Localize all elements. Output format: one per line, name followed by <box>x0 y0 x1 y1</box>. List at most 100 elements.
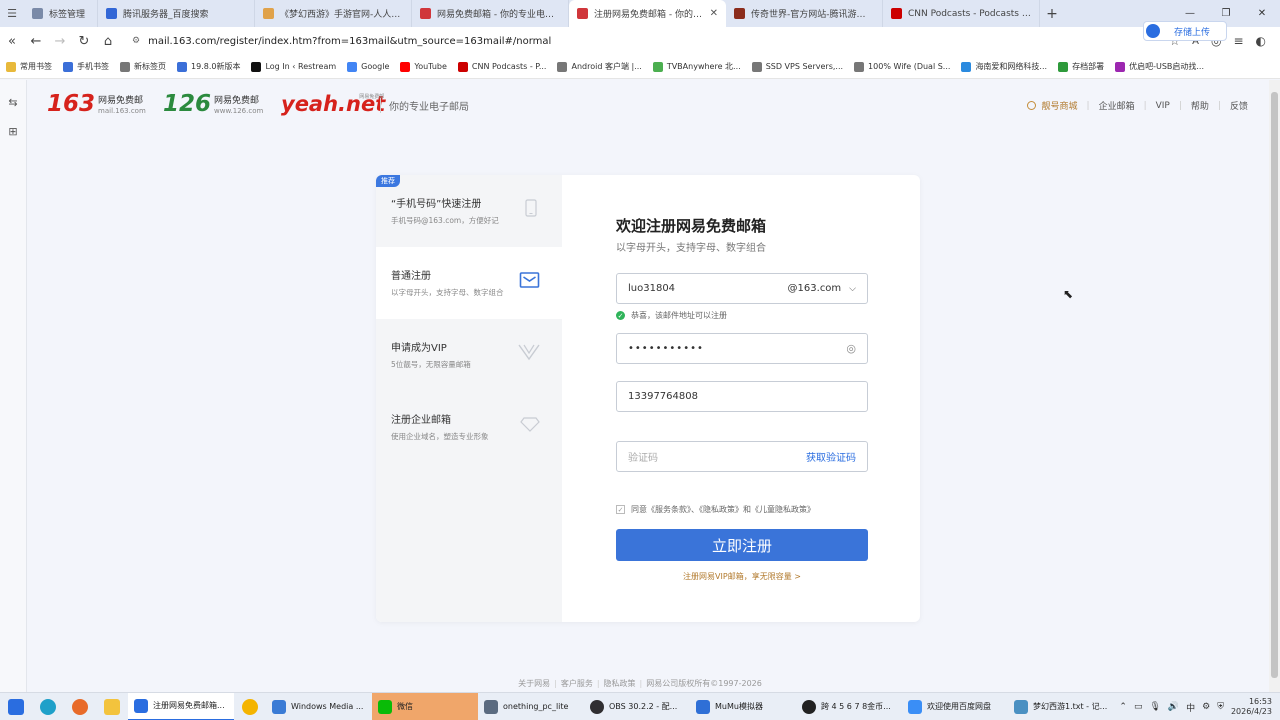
site-info-icon[interactable]: ⚙ <box>132 36 140 46</box>
logo-126[interactable]: 126 网易免费邮 www.126.com <box>163 92 263 116</box>
sidebar-item-phone-register[interactable]: “手机号码”快速注册 手机号码@163.com，方便好记 <box>376 175 562 247</box>
sidebar-item-vip[interactable]: 申请成为VIP 5位靓号，无限容量邮箱 <box>376 319 562 391</box>
bookmark-item[interactable]: Android 客户端 |... <box>557 61 642 72</box>
form-subtitle: 以字母开头，支持字母、数字组合 <box>616 243 766 254</box>
tab-5[interactable]: 传奇世界-官方网站-腾讯游戏-经典 <box>726 0 883 27</box>
site-favicon <box>1115 61 1126 72</box>
taskbar-app-notepad[interactable]: 梦幻西游1.txt - 记... <box>1008 693 1114 720</box>
chevron-down-icon[interactable]: ⌵ <box>849 284 856 294</box>
footer-about[interactable]: 关于网易 <box>518 679 550 688</box>
link-help[interactable]: 帮助 <box>1191 99 1209 112</box>
taskbar: 注册网易免费邮箱... Windows Media ... 微信 onethin… <box>0 692 1280 720</box>
tab-2[interactable]: 《梦幻西游》手游官网-人人都玩 <box>255 0 412 27</box>
start-button[interactable] <box>0 693 32 720</box>
scrollbar[interactable] <box>1269 80 1280 692</box>
link-lianghao[interactable]: 靓号商城 <box>1042 99 1078 112</box>
bookmark-item[interactable]: YouTube <box>400 61 447 72</box>
bookmark-item[interactable]: 新标签页 <box>120 61 166 72</box>
email-username-field[interactable]: luo31804 @163.com ⌵ <box>616 273 868 304</box>
taskbar-app-chrome[interactable] <box>234 693 266 720</box>
footer-privacy[interactable]: 隐私政策 <box>604 679 636 688</box>
mic-icon[interactable]: 🎙 <box>1149 702 1160 712</box>
bookmark-item[interactable]: SSD VPS Servers,... <box>751 61 843 72</box>
agreement-row[interactable]: ✓ 同意《服务条款》、《隐私政策》和《儿童隐私政策》 <box>616 504 815 515</box>
taskbar-app-onething[interactable]: onething_pc_lite <box>478 693 584 720</box>
new-tab-button[interactable]: + <box>1040 6 1064 22</box>
link-feedback[interactable]: 反馈 <box>1230 99 1248 112</box>
username-ok-message: ✓ 恭喜，该邮件地址可以注册 <box>616 311 727 320</box>
tab-6[interactable]: CNN Podcasts - Podcasts and Ne <box>883 0 1040 27</box>
profile-icon[interactable]: ◐ <box>1256 34 1266 48</box>
scrollbar-thumb[interactable] <box>1271 92 1278 678</box>
swap-icon[interactable]: ⇆ <box>0 96 26 109</box>
tab-0[interactable]: 标签管理 <box>24 0 98 27</box>
close-window-icon[interactable]: ✕ <box>1244 8 1280 19</box>
sidebar-item-enterprise[interactable]: 注册企业邮箱 使用企业域名，塑造专业形象 <box>376 391 562 463</box>
logo-163[interactable]: 163 网易免费邮 mail.163.com <box>47 92 146 116</box>
taskbar-app-mumu[interactable]: MuMu模拟器 <box>690 693 796 720</box>
domain-select[interactable]: @163.com <box>788 283 842 294</box>
register-submit-button[interactable]: 立即注册 <box>616 529 868 561</box>
add-panel-icon[interactable]: ⊞ <box>0 125 26 138</box>
search-taskbar-button[interactable] <box>64 693 96 720</box>
bookmark-item[interactable]: 存档部署 <box>1058 61 1104 72</box>
shield-icon[interactable]: ⛨ <box>1217 702 1224 712</box>
reload-icon[interactable]: ↻ <box>72 34 96 49</box>
home-icon[interactable]: ⌂ <box>96 34 120 49</box>
phone-field[interactable]: 13397764808 <box>616 381 868 412</box>
captcha-field[interactable]: 验证码 获取验证码 <box>616 441 868 472</box>
link-enterprise[interactable]: 企业邮箱 <box>1099 99 1135 112</box>
tab-3[interactable]: 网易免费邮箱 - 你的专业电子邮局 <box>412 0 569 27</box>
back-icon[interactable]: ← <box>24 34 48 49</box>
taskbar-app-game[interactable]: 跨 4 5 6 7 8金币... <box>796 693 902 720</box>
taskbar-app-wechat[interactable]: 微信 <box>372 692 478 720</box>
network-icon[interactable]: ▭ <box>1134 702 1143 712</box>
bookmark-item[interactable]: 海南爱和网络科技... <box>961 61 1047 72</box>
bookmark-item[interactable]: 100% Wife (Dual S... <box>854 61 950 72</box>
restore-icon[interactable]: ❐ <box>1208 8 1244 19</box>
url-field[interactable]: ⚙ mail.163.com/register/index.htm?from=16… <box>126 30 1163 52</box>
get-code-button[interactable]: 获取验证码 <box>806 449 856 464</box>
taskbar-app-baidupan[interactable]: 欢迎使用百度网盘 <box>902 693 1008 720</box>
volume-icon[interactable]: 🔊 <box>1168 702 1179 712</box>
taskbar-app-media[interactable]: Windows Media ... <box>266 693 372 720</box>
bookmark-item[interactable]: CNN Podcasts - P... <box>457 61 546 72</box>
sidebar-item-normal-register[interactable]: 普通注册 以字母开头，支持字母、数字组合 <box>376 247 562 319</box>
clock[interactable]: 16:53 2026/4/23 <box>1231 697 1272 717</box>
bookmark-item[interactable]: 19.8.0新版本 <box>177 61 240 72</box>
menu-icon[interactable]: ≡ <box>1233 34 1243 48</box>
footer-service[interactable]: 客户服务 <box>561 679 593 688</box>
settings-icon[interactable]: ⚙ <box>1202 702 1210 712</box>
bookmarks-bar: 常用书签 手机书签 新标签页 19.8.0新版本 Log In ‹ Restre… <box>0 55 1280 79</box>
agree-checkbox[interactable]: ✓ <box>616 505 625 514</box>
ime-indicator[interactable]: 中 <box>1186 701 1195 714</box>
close-tab-icon[interactable]: ✕ <box>710 8 718 19</box>
bookmark-item[interactable]: 手机书签 <box>63 61 109 72</box>
link-vip[interactable]: VIP <box>1156 101 1170 111</box>
tab-favicon <box>734 8 745 19</box>
taskbar-app-obs[interactable]: OBS 30.2.2 - 配... <box>584 693 690 720</box>
obs-icon <box>590 699 604 714</box>
collapse-sidebar-icon[interactable]: « <box>0 34 24 49</box>
edge-taskbar-button[interactable] <box>32 693 64 720</box>
tab-4-active[interactable]: 注册网易免费邮箱 - 你的专业电✕ <box>569 0 726 27</box>
forward-icon[interactable]: → <box>48 34 72 49</box>
bookmark-item[interactable]: TVBAnywhere 北... <box>652 61 741 72</box>
bookmark-item[interactable]: Google <box>347 61 389 72</box>
tab-1[interactable]: 腾讯服务器_百度搜索 <box>98 0 255 27</box>
taskbar-app-browser[interactable]: 注册网易免费邮箱... <box>128 692 234 720</box>
logo-yeah[interactable]: yeah.net 网易免费邮 <box>281 92 385 116</box>
tab-menu-icon[interactable]: ☰ <box>0 0 24 27</box>
vip-register-link[interactable]: 注册网易VIP邮箱，享无限容量 > <box>616 571 868 582</box>
chevron-up-icon[interactable]: ⌃ <box>1119 702 1127 712</box>
eye-off-icon[interactable]: ◎ <box>846 342 856 355</box>
password-field[interactable]: ••••••••••• ◎ <box>616 333 868 364</box>
bookmark-item[interactable]: 常用书签 <box>6 61 52 72</box>
explorer-taskbar-button[interactable] <box>96 693 128 720</box>
folder-icon <box>6 61 16 72</box>
google-icon <box>347 61 358 72</box>
bookmark-item[interactable]: 优启吧-USB启动找... <box>1115 61 1204 72</box>
bookmark-item[interactable]: Log In ‹ Restream <box>251 61 336 72</box>
tab-strip: ☰ 标签管理 腾讯服务器_百度搜索 《梦幻西游》手游官网-人人都玩 网易免费邮箱… <box>0 0 1280 27</box>
minimize-icon[interactable]: — <box>1172 8 1208 19</box>
